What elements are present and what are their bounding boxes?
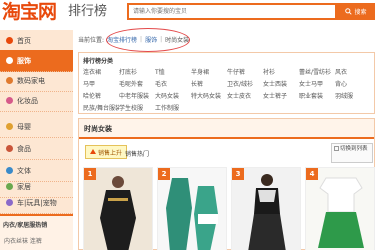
category-link[interactable]: 大码女装 <box>155 91 191 100</box>
category-link[interactable]: 半身裙 <box>191 67 227 76</box>
category-link[interactable]: 马甲 <box>83 79 119 88</box>
sidebar-item-car-toys-pets[interactable]: 车|玩具|宠物 <box>0 192 73 214</box>
hot-sales-title: 内衣/家居服热销 <box>3 222 48 229</box>
taobao-logo[interactable]: 淘宝网 <box>2 0 57 24</box>
category-link[interactable]: 背心 <box>335 79 371 88</box>
baby-icon <box>6 123 13 130</box>
product-card[interactable]: 2 <box>157 167 227 250</box>
category-link[interactable]: 中老年服装 <box>119 91 155 100</box>
category-link[interactable]: 牛仔裤 <box>227 67 263 76</box>
category-link[interactable]: 特大码女装 <box>191 91 227 100</box>
rank-number: 1 <box>84 168 96 180</box>
breadcrumb-prefix: 当前位置: <box>78 36 105 44</box>
list-view-toggle[interactable]: 切换到列表 <box>331 143 373 163</box>
category-link[interactable]: 卫衣/绒衫 <box>227 79 263 88</box>
sidebar-item-home[interactable]: 首页 <box>0 30 73 52</box>
category-link[interactable]: 打底衫 <box>119 67 155 76</box>
search-button-label: 搜索 <box>354 9 367 16</box>
category-link[interactable]: 连衣裙 <box>83 67 119 76</box>
sidebar-item-label: 食品 <box>17 144 31 153</box>
category-link[interactable]: 女士西装 <box>263 79 299 88</box>
category-panel-title: 排行榜分类 <box>83 58 114 65</box>
sidebar-item-label: 文体 <box>17 166 31 175</box>
car-icon <box>6 199 13 206</box>
category-link[interactable]: 蕾丝/雪纺衫 <box>299 67 335 76</box>
category-link[interactable]: 女士马甲 <box>299 79 335 88</box>
search-input[interactable] <box>129 5 335 18</box>
category-link[interactable]: T恤 <box>155 67 191 76</box>
rank-number: 4 <box>306 168 318 180</box>
product-card[interactable]: 1 <box>83 167 153 250</box>
product-image <box>158 168 226 250</box>
apparel-icon <box>6 57 13 64</box>
category-link[interactable]: 哈伦裤 <box>83 91 119 100</box>
trend-up-icon <box>90 149 96 154</box>
product-image <box>232 168 300 250</box>
house-icon <box>6 183 13 190</box>
search-button[interactable]: 搜索 <box>337 3 375 20</box>
tab-sales-hot[interactable]: 销售热门 <box>125 149 149 158</box>
category-link[interactable]: 女士皮衣 <box>227 91 263 100</box>
category-link[interactable]: 衬衫 <box>263 67 299 76</box>
ranking-label: 排行榜 <box>68 4 108 19</box>
sidebar-item-cosmetics[interactable]: 化妆品 <box>0 90 73 112</box>
category-link[interactable]: 羽绒服 <box>335 91 371 100</box>
category-link[interactable]: 工作制服 <box>155 103 191 112</box>
category-panel: 排行榜分类 连衣裙 打底衫 T恤 半身裙 牛仔裤 衬衫 蕾丝/雪纺衫 风衣 马甲… <box>78 52 375 114</box>
checkbox-icon <box>334 146 339 151</box>
rank-number: 2 <box>158 168 170 180</box>
rank-number: 3 <box>232 168 244 180</box>
product-image <box>84 168 152 250</box>
sidebar-item-label: 数码家电 <box>17 76 45 85</box>
sidebar-item-label: 首页 <box>17 36 31 45</box>
food-icon <box>6 145 13 152</box>
sidebar-item-label: 家居 <box>17 182 31 191</box>
highlight-ring <box>106 28 190 52</box>
search-box <box>127 3 337 20</box>
category-list: 连衣裙 打底衫 T恤 半身裙 牛仔裤 衬衫 蕾丝/雪纺衫 风衣 马甲 毛呢外套 … <box>83 67 373 112</box>
toggle-label: 切换到列表 <box>340 146 368 152</box>
sidebar-item-label: 化妆品 <box>17 96 38 105</box>
tab-label: 销售上升 <box>98 149 123 157</box>
category-link[interactable]: 职业套装 <box>299 91 335 100</box>
ranking-title: 时尚女装 <box>84 125 112 133</box>
ranking-header: 时尚女装 <box>79 119 374 139</box>
category-link[interactable]: 毛呢外套 <box>119 79 155 88</box>
sidebar-item-food[interactable]: 食品 <box>0 138 73 160</box>
product-image <box>306 168 374 250</box>
ranking-tabs: 销售上升 销售热门 切换到列表 <box>79 141 374 165</box>
sidebar-item-baby[interactable]: 母婴 <box>0 116 73 138</box>
product-list: 1 2 3 4 <box>83 167 375 250</box>
hot-sales-item[interactable]: 内衣丝袜 连裤 <box>4 236 42 245</box>
search-icon <box>345 8 353 15</box>
category-link[interactable]: 风衣 <box>335 67 371 76</box>
sidebar-item-electronics[interactable]: 数码家电 <box>0 70 73 92</box>
sidebar-item-label: 车|玩具|宠物 <box>17 198 57 207</box>
category-link[interactable]: 民族/舞台服装 <box>83 103 119 112</box>
sidebar-item-apparel[interactable]: 服饰 <box>0 50 73 72</box>
sidebar-hot-sales: 内衣/家居服热销 内衣丝袜 连裤 <box>0 214 73 250</box>
electronics-icon <box>6 77 13 84</box>
sidebar-item-label: 母婴 <box>17 122 31 131</box>
category-link[interactable]: 女士裤子 <box>263 91 299 100</box>
category-link[interactable]: 毛衣 <box>155 79 191 88</box>
sports-icon <box>6 167 13 174</box>
site-header: 淘宝网 排行榜 搜索 <box>0 0 375 26</box>
cosmetics-icon <box>6 97 13 104</box>
product-card[interactable]: 3 <box>231 167 301 250</box>
product-card[interactable]: 4 <box>305 167 375 250</box>
category-link[interactable]: 学生校服 <box>119 103 155 112</box>
tab-sales-rising[interactable]: 销售上升 <box>85 145 128 159</box>
home-icon <box>6 37 13 44</box>
category-link[interactable]: 长裤 <box>191 79 227 88</box>
ranking-section: 时尚女装 销售上升 销售热门 切换到列表 1 2 3 4 <box>78 118 375 250</box>
sidebar-item-label: 服饰 <box>17 56 31 65</box>
sidebar: 首页 服饰 数码家电 化妆品 母婴 食品 文体 家居 车|玩具|宠物 内衣/家居… <box>0 30 73 250</box>
